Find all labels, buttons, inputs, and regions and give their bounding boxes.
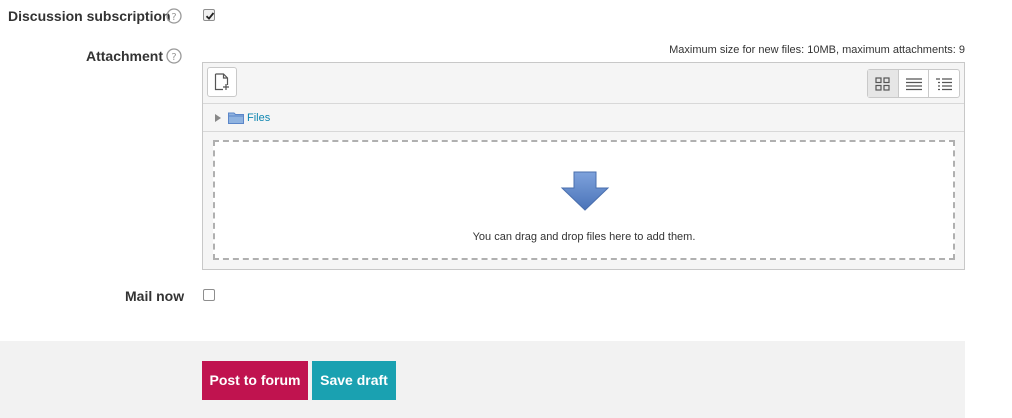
attachment-label: Attachment	[86, 48, 164, 64]
max-size-info: Maximum size for new files: 10MB, maximu…	[669, 44, 965, 56]
drop-arrow-icon	[560, 171, 610, 211]
view-tree-button[interactable]	[929, 70, 959, 97]
add-file-button[interactable]	[207, 67, 237, 97]
tree-view-icon	[936, 77, 953, 90]
mail-now-checkbox[interactable]	[203, 289, 215, 301]
help-icon[interactable]: ?	[166, 8, 182, 24]
file-manager-toolbar	[203, 63, 964, 104]
folder-icon	[228, 112, 244, 124]
save-draft-button[interactable]: Save draft	[312, 361, 396, 400]
expand-triangle-icon[interactable]	[215, 114, 221, 122]
view-list-button[interactable]	[899, 70, 930, 97]
file-manager: Files You can drag and drop files here t…	[202, 62, 965, 270]
post-to-forum-button[interactable]: Post to forum	[202, 361, 308, 400]
list-view-icon	[905, 77, 922, 90]
view-switcher	[867, 69, 960, 98]
drop-instructions: You can drag and drop files here to add …	[472, 231, 696, 243]
drop-zone[interactable]: You can drag and drop files here to add …	[213, 140, 955, 260]
mail-now-label: Mail now	[125, 288, 185, 304]
add-file-icon	[214, 73, 229, 91]
svg-text:?: ?	[171, 12, 176, 23]
svg-text:?: ?	[171, 52, 176, 63]
discussion-subscription-checkbox[interactable]	[203, 9, 215, 21]
path-bar: Files	[203, 104, 964, 132]
grid-view-icon	[875, 76, 890, 91]
help-icon[interactable]: ?	[166, 48, 182, 64]
form-footer: Post to forum Save draft	[0, 341, 965, 418]
view-icons-button[interactable]	[868, 70, 899, 97]
files-link[interactable]: Files	[247, 112, 270, 124]
discussion-subscription-label: Discussion subscription	[8, 8, 171, 24]
